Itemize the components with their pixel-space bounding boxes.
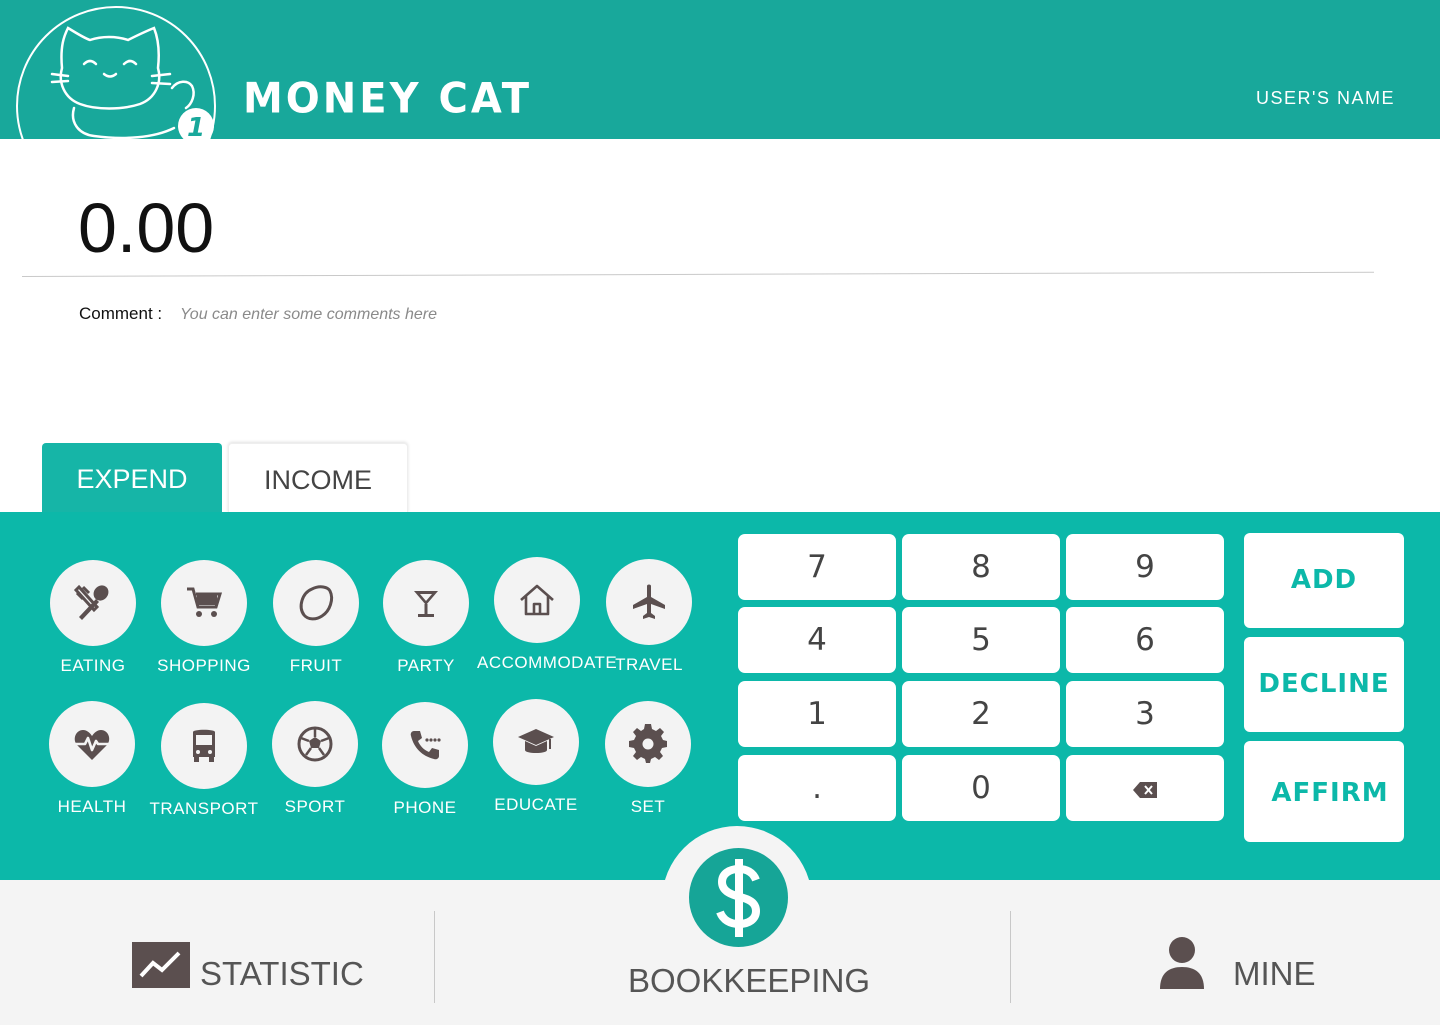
- fork-spoon-icon: [73, 584, 109, 620]
- key-1[interactable]: 1: [738, 681, 896, 747]
- cocktail-icon: [414, 591, 438, 617]
- category-transport-label: TRANSPORT: [149, 799, 259, 818]
- dollar-icon: [715, 858, 760, 937]
- key-2[interactable]: 2: [902, 681, 1060, 747]
- affirm-button[interactable]: AFFIRM: [1244, 741, 1404, 842]
- soccer-ball-icon: [297, 726, 333, 762]
- add-button[interactable]: ADD: [1244, 533, 1404, 628]
- user-icon: [1160, 937, 1204, 989]
- category-health[interactable]: HEALTH: [32, 701, 152, 817]
- category-health-label: HEALTH: [57, 797, 127, 816]
- category-fruit-circle: [273, 560, 359, 646]
- category-shopping-circle: [161, 560, 247, 646]
- airplane-icon: [633, 584, 665, 619]
- category-eating[interactable]: EATING: [33, 560, 153, 676]
- heartbeat-icon: [74, 730, 110, 760]
- bus-icon: [193, 729, 215, 762]
- nav-statistic-label: STATISTIC: [200, 955, 364, 992]
- key-4[interactable]: 4: [738, 607, 896, 673]
- key-7[interactable]: 7: [738, 534, 896, 600]
- bookkeeping-dollar-button[interactable]: [689, 848, 788, 947]
- category-accommodate-label: ACCOMMODATE: [477, 653, 618, 672]
- category-educate[interactable]: EDUCATE: [476, 699, 596, 815]
- category-fruit[interactable]: FRUIT: [256, 560, 376, 676]
- category-phone[interactable]: PHONE: [365, 702, 485, 818]
- amount-divider: [21, 271, 1374, 277]
- category-educate-label: EDUCATE: [494, 795, 578, 814]
- phone-icon: [410, 731, 441, 760]
- cart-icon: [187, 587, 223, 617]
- comment-label: Comment :: [79, 304, 163, 323]
- category-accommodate-circle: [494, 557, 580, 643]
- gear-icon: [629, 724, 667, 763]
- key-9[interactable]: 9: [1066, 534, 1224, 600]
- header-bar: 1 MONEY CAT USER'S NAME: [0, 0, 1440, 139]
- category-travel[interactable]: TRAVEL: [589, 559, 709, 675]
- cat-logo-icon: 1: [50, 26, 214, 139]
- backspace-icon: [1133, 781, 1157, 798]
- key-3[interactable]: 3: [1066, 681, 1224, 747]
- category-accommodate[interactable]: ACCOMMODATE: [477, 557, 618, 673]
- nav-statistic[interactable]: STATISTIC: [130, 940, 370, 992]
- key-decimal[interactable]: .: [738, 755, 896, 821]
- category-travel-circle: [606, 559, 692, 645]
- user-name[interactable]: USER'S NAME: [1256, 88, 1395, 109]
- lemon-icon: [299, 585, 334, 621]
- comment-input[interactable]: [180, 304, 780, 326]
- graduation-cap-icon: [518, 729, 554, 753]
- house-icon: [520, 584, 554, 616]
- app-title: MONEY CAT: [243, 74, 532, 124]
- tab-expend[interactable]: EXPEND: [42, 443, 222, 513]
- category-travel-label: TRAVEL: [615, 655, 683, 674]
- category-set[interactable]: SET: [588, 701, 708, 817]
- category-phone-circle: [382, 702, 468, 788]
- category-party-label: PARTY: [397, 656, 455, 675]
- key-backspace[interactable]: [1066, 755, 1224, 821]
- category-sport-label: SPORT: [284, 797, 346, 816]
- category-shopping[interactable]: SHOPPING: [144, 560, 264, 676]
- category-educate-circle: [493, 699, 579, 785]
- key-5[interactable]: 5: [902, 607, 1060, 673]
- category-health-circle: [49, 701, 135, 787]
- nav-bookkeeping[interactable]: BOOKKEEPING: [620, 960, 870, 1000]
- nav-separator: [434, 911, 435, 1003]
- category-transport[interactable]: TRANSPORT: [144, 703, 264, 819]
- logo: 1: [16, 6, 216, 139]
- nav-bookkeeping-label: BOOKKEEPING: [628, 962, 871, 999]
- category-phone-label: PHONE: [393, 798, 457, 817]
- category-sport-circle: [272, 701, 358, 787]
- svg-text:1: 1: [187, 113, 205, 139]
- category-party[interactable]: PARTY: [366, 560, 486, 676]
- decline-button[interactable]: DECLINE: [1244, 637, 1404, 732]
- nav-mine-label: MINE: [1233, 955, 1316, 992]
- key-8[interactable]: 8: [902, 534, 1060, 600]
- key-0[interactable]: 0: [902, 755, 1060, 821]
- category-eating-circle: [50, 560, 136, 646]
- tab-income[interactable]: INCOME: [228, 443, 408, 513]
- nav-separator: [1010, 911, 1011, 1003]
- app-root: 1 MONEY CAT USER'S NAME 0.00 Comment : E…: [0, 0, 1440, 1025]
- category-fruit-label: FRUIT: [289, 656, 343, 675]
- category-set-circle: [605, 701, 691, 787]
- category-eating-label: EATING: [60, 656, 126, 675]
- category-shopping-label: SHOPPING: [157, 656, 251, 675]
- category-party-circle: [383, 560, 469, 646]
- key-6[interactable]: 6: [1066, 607, 1224, 673]
- category-sport[interactable]: SPORT: [255, 701, 375, 817]
- line-chart-icon: [132, 942, 190, 988]
- category-set-label: SET: [630, 797, 666, 816]
- category-transport-circle: [161, 703, 247, 789]
- nav-mine[interactable]: MINE: [1155, 935, 1325, 995]
- amount-display: 0.00: [78, 189, 215, 267]
